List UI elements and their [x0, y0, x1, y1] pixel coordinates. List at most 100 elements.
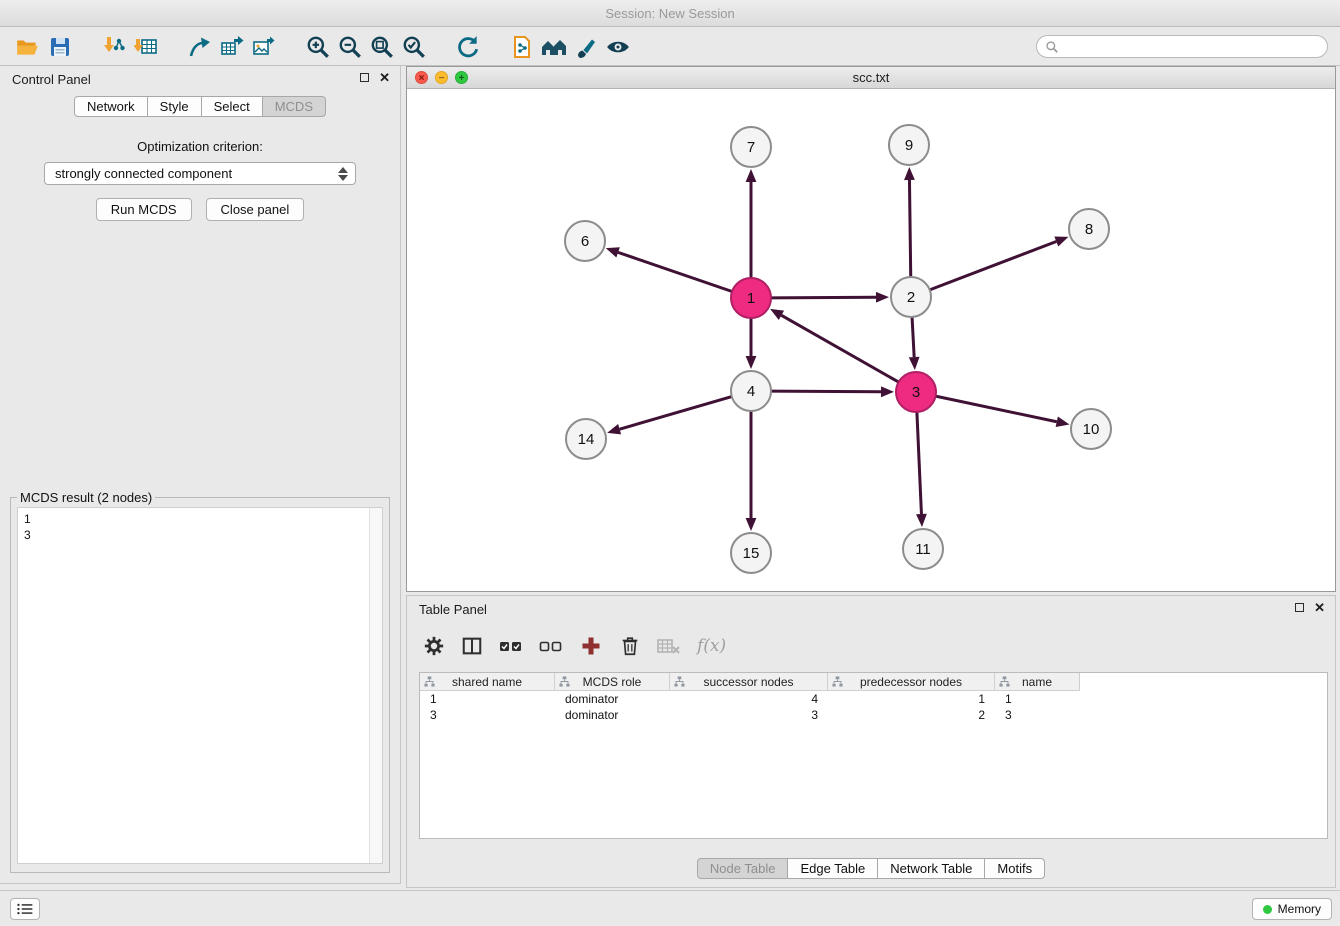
graph-edge-4-3[interactable]: [771, 391, 881, 392]
table-cell[interactable]: 1: [828, 691, 995, 707]
unselect-all-icon[interactable]: [539, 635, 563, 657]
copy-network-button[interactable]: [506, 31, 538, 63]
zoom-fit-button[interactable]: [366, 31, 398, 63]
delete-column-icon-disabled: [657, 635, 681, 657]
close-panel-button[interactable]: Close panel: [206, 198, 305, 221]
svg-text:2: 2: [907, 289, 915, 306]
export-table-button[interactable]: [216, 31, 248, 63]
mcds-result-item[interactable]: 1: [24, 511, 376, 527]
graph-node-10[interactable]: 10: [1071, 409, 1111, 449]
column-header-successor-nodes[interactable]: successor nodes: [670, 673, 828, 691]
table-tab-edge-table[interactable]: Edge Table: [787, 858, 878, 879]
export-network-button[interactable]: [184, 31, 216, 63]
table-row[interactable]: 1dominator411: [420, 691, 1327, 707]
table-panel-title: Table Panel: [419, 602, 487, 617]
apply-style-button[interactable]: [570, 31, 602, 63]
table-panel-header: Table Panel ✕: [407, 596, 1335, 622]
graph-node-14[interactable]: 14: [566, 419, 606, 459]
zoom-in-button[interactable]: [302, 31, 334, 63]
optimization-criterion-select[interactable]: strongly connected component: [44, 162, 356, 185]
network-window-maximize-button[interactable]: +: [455, 71, 468, 84]
graph-edge-2-9[interactable]: [909, 180, 910, 277]
table-settings-gear-icon[interactable]: [423, 635, 445, 657]
table-cell[interactable]: 3: [420, 707, 555, 723]
graph-edge-3-10[interactable]: [936, 396, 1057, 422]
network-window-close-button[interactable]: ×: [415, 71, 428, 84]
network-view-window: × − + scc.txt 7968124314101511: [406, 66, 1336, 592]
tab-mcds[interactable]: MCDS: [262, 96, 326, 117]
table-cell[interactable]: 1: [420, 691, 555, 707]
select-stepper-icon: [337, 166, 349, 182]
graph-node-6[interactable]: 6: [565, 221, 605, 261]
graph-node-4[interactable]: 4: [731, 371, 771, 411]
graph-edge-4-14[interactable]: [620, 397, 732, 430]
svg-text:4: 4: [747, 383, 755, 400]
table-cell[interactable]: dominator: [555, 691, 670, 707]
graph-edge-3-1[interactable]: [781, 315, 898, 382]
select-all-icon[interactable]: [499, 635, 523, 657]
graph-node-11[interactable]: 11: [903, 529, 943, 569]
column-header-mcds-role[interactable]: MCDS role: [555, 673, 670, 691]
graph-node-3[interactable]: 3: [896, 372, 936, 412]
graph-node-8[interactable]: 8: [1069, 209, 1109, 249]
save-session-button[interactable]: [44, 31, 76, 63]
svg-text:11: 11: [915, 541, 931, 558]
graph-edge-arrow-1-2: [876, 292, 889, 303]
export-image-button[interactable]: [248, 31, 280, 63]
memory-button-label: Memory: [1278, 902, 1321, 916]
graph-node-1[interactable]: 1: [731, 278, 771, 318]
graph-edge-2-8[interactable]: [930, 241, 1057, 289]
split-columns-icon[interactable]: [461, 635, 483, 657]
network-window-minimize-button[interactable]: −: [435, 71, 448, 84]
export-image-icon: [252, 35, 276, 59]
home-layout-button[interactable]: [538, 31, 570, 63]
table-row[interactable]: 3dominator323: [420, 707, 1327, 723]
graph-edge-2-3[interactable]: [912, 317, 914, 357]
import-network-button[interactable]: [98, 31, 130, 63]
zoom-out-button[interactable]: [334, 31, 366, 63]
open-session-button[interactable]: [12, 31, 44, 63]
table-cell[interactable]: 3: [995, 707, 1080, 723]
delete-row-trash-icon[interactable]: [619, 635, 641, 657]
graph-node-15[interactable]: 15: [731, 533, 771, 573]
control-panel-float-button[interactable]: [360, 73, 369, 82]
graph-node-7[interactable]: 7: [731, 127, 771, 167]
refresh-button[interactable]: [452, 31, 484, 63]
tab-network[interactable]: Network: [74, 96, 148, 117]
import-table-button[interactable]: [130, 31, 162, 63]
result-scrollbar[interactable]: [369, 508, 382, 863]
control-panel-close-button[interactable]: ✕: [379, 72, 390, 83]
table-tab-network-table[interactable]: Network Table: [877, 858, 985, 879]
column-header-name[interactable]: name: [995, 673, 1080, 691]
table-cell[interactable]: 4: [670, 691, 828, 707]
column-header-shared-name[interactable]: shared name: [420, 673, 555, 691]
table-panel-float-button[interactable]: [1295, 603, 1304, 612]
table-tab-motifs[interactable]: Motifs: [984, 858, 1045, 879]
search-input[interactable]: [1059, 40, 1319, 54]
table-tab-node-table[interactable]: Node Table: [697, 858, 789, 879]
graph-edge-1-2[interactable]: [771, 297, 876, 298]
table-cell[interactable]: 3: [670, 707, 828, 723]
mcds-result-item[interactable]: 3: [24, 527, 376, 543]
graph-node-9[interactable]: 9: [889, 125, 929, 165]
graph-edge-arrow-3-10: [1056, 416, 1070, 427]
panel-menu-button[interactable]: [10, 898, 40, 920]
table-panel-close-button[interactable]: ✕: [1314, 602, 1325, 613]
show-hide-panel-button[interactable]: [602, 31, 634, 63]
column-tree-icon: [424, 676, 435, 687]
tab-select[interactable]: Select: [201, 96, 263, 117]
zoom-selected-button[interactable]: [398, 31, 430, 63]
network-canvas[interactable]: 7 9 6 8 1 2 4 3 14 10 15 11: [407, 89, 1335, 591]
memory-button[interactable]: Memory: [1252, 898, 1332, 920]
run-mcds-button[interactable]: Run MCDS: [96, 198, 192, 221]
add-row-plus-icon[interactable]: [579, 634, 603, 658]
table-cell[interactable]: dominator: [555, 707, 670, 723]
tab-style[interactable]: Style: [147, 96, 202, 117]
column-header-predecessor-nodes[interactable]: predecessor nodes: [828, 673, 995, 691]
table-cell[interactable]: 2: [828, 707, 995, 723]
table-cell[interactable]: 1: [995, 691, 1080, 707]
graph-edge-3-11[interactable]: [917, 412, 922, 514]
export-table-icon: [220, 35, 244, 59]
graph-edge-1-6[interactable]: [618, 252, 732, 291]
graph-node-2[interactable]: 2: [891, 277, 931, 317]
